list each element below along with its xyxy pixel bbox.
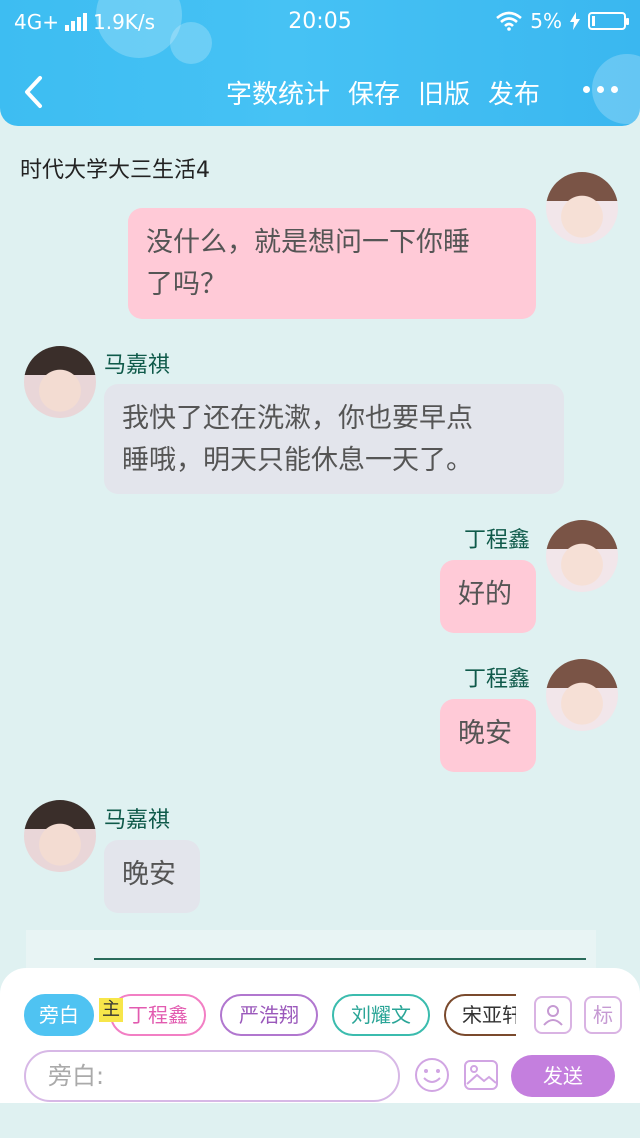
bottom-strip <box>0 1103 640 1138</box>
role-chip-yan[interactable]: 严浩翔 <box>220 994 318 1036</box>
tag-icon[interactable]: 标 <box>584 996 622 1034</box>
emoji-icon[interactable] <box>413 1056 451 1094</box>
battery-percent: 5% <box>530 9 562 33</box>
message-line: 晚安 <box>458 718 512 749</box>
save-button[interactable]: 保存 <box>348 74 400 111</box>
sender-name: 丁程鑫 <box>464 528 531 553</box>
message-bubble[interactable]: 我快了还在洗漱，你也要早点 睡哦，明天只能休息一天了。 <box>104 384 564 494</box>
image-icon[interactable] <box>462 1056 500 1094</box>
more-icon[interactable] <box>583 86 618 93</box>
message-bubble[interactable]: 好的 <box>440 560 536 633</box>
avatar[interactable] <box>24 800 96 872</box>
send-button[interactable]: 发送 <box>511 1055 615 1097</box>
avatar[interactable] <box>546 172 618 244</box>
avatar[interactable] <box>24 346 96 418</box>
message-bubble[interactable]: 晚安 <box>440 699 536 772</box>
contact-icon[interactable] <box>534 996 572 1034</box>
role-chip-ding[interactable]: 丁程鑫 <box>110 994 206 1036</box>
avatar[interactable] <box>546 659 618 731</box>
editor-cursor-line <box>94 958 586 960</box>
back-icon[interactable] <box>18 72 52 112</box>
status-bar: 4G+ 1.9K/s 20:05 5% <box>0 0 640 44</box>
message-bubble[interactable]: 没什么，就是想问一下你睡 了吗？ <box>128 208 536 319</box>
sender-name: 马嘉祺 <box>104 353 171 378</box>
role-chip-liu[interactable]: 刘耀文 <box>332 994 430 1036</box>
main-role-tag: 主 <box>99 998 123 1022</box>
app-header: 4G+ 1.9K/s 20:05 5% 字数统计 保存 旧版 发布 <box>0 0 640 126</box>
old-version-button[interactable]: 旧版 <box>418 74 470 111</box>
header-actions: 字数统计 保存 旧版 发布 <box>226 74 540 111</box>
charging-icon <box>570 12 580 30</box>
message-bubble[interactable]: 晚安 <box>104 840 200 913</box>
sender-name: 马嘉祺 <box>104 808 171 833</box>
battery-icon <box>588 12 629 30</box>
role-chip-song-label: 宋亚轩 <box>462 1003 516 1027</box>
message-line: 晚安 <box>122 859 176 890</box>
wifi-icon <box>496 11 523 31</box>
message-input[interactable] <box>26 1052 398 1100</box>
document-title: 时代大学大三生活4 <box>20 158 210 183</box>
role-chip-narration[interactable]: 旁白 <box>24 994 94 1036</box>
message-line: 我快了还在洗漱，你也要早点 <box>122 403 473 434</box>
message-line: 没什么，就是想问一下你睡 <box>146 227 470 258</box>
message-line: 好的 <box>458 579 512 610</box>
role-chip-song[interactable]: 宋亚轩 <box>444 994 516 1036</box>
publish-button[interactable]: 发布 <box>488 74 540 111</box>
word-count-button[interactable]: 字数统计 <box>226 74 330 111</box>
message-line: 了吗？ <box>146 269 227 300</box>
avatar[interactable] <box>546 520 618 592</box>
composer-input-wrapper[interactable] <box>24 1050 400 1102</box>
sender-name: 丁程鑫 <box>464 667 531 692</box>
status-right: 5% <box>496 9 629 33</box>
message-line: 睡哦，明天只能休息一天了。 <box>122 445 473 476</box>
